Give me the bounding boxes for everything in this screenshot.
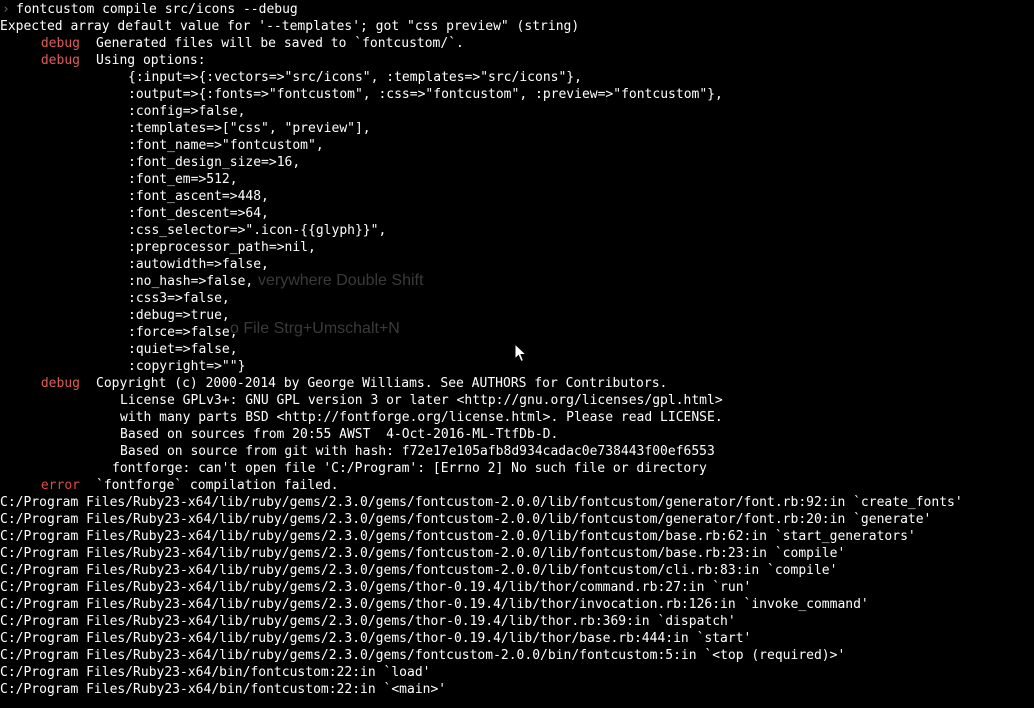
fontforge-error-line: fontforge: can't open file 'C:/Program':…	[0, 460, 1034, 477]
error-line: error `fontforge` compilation failed.	[0, 477, 1034, 494]
option-line: {:input=>{:vectors=>"src/icons", :templa…	[0, 69, 1034, 86]
option-line: :templates=>["css", "preview"],	[0, 120, 1034, 137]
option-text: :templates=>["css", "preview"],	[128, 121, 371, 136]
stack-trace-text: C:/Program Files/Ruby23-x64/lib/ruby/gem…	[0, 580, 752, 595]
license-line: Based on sources from 20:55 AWST 4-Oct-2…	[0, 426, 1034, 443]
option-text: :no_hash=>false,	[128, 274, 254, 289]
warning-line: Expected array default value for '--temp…	[0, 18, 1034, 35]
license-text: Based on sources from 20:55 AWST 4-Oct-2…	[120, 427, 559, 442]
option-line: :autowidth=>false,	[0, 256, 1034, 273]
option-text: :config=>false,	[128, 104, 246, 119]
error-message: `fontforge` compilation failed.	[96, 478, 339, 493]
debug-tag: debug	[40, 53, 80, 68]
error-tag: error	[40, 478, 80, 493]
stack-trace-line: C:/Program Files/Ruby23-x64/lib/ruby/gem…	[0, 562, 1034, 579]
option-text: :css_selector=>".icon-{{glyph}}",	[128, 223, 387, 238]
option-text: :output=>{:fonts=>"fontcustom", :css=>"f…	[128, 87, 723, 102]
stack-trace-text: C:/Program Files/Ruby23-x64/lib/ruby/gem…	[0, 597, 869, 612]
stack-trace-line: C:/Program Files/Ruby23-x64/lib/ruby/gem…	[0, 596, 1034, 613]
option-text: :font_em=>512,	[128, 172, 238, 187]
option-line: :font_design_size=>16,	[0, 154, 1034, 171]
stack-trace-line: C:/Program Files/Ruby23-x64/lib/ruby/gem…	[0, 579, 1034, 596]
stack-trace-line: C:/Program Files/Ruby23-x64/lib/ruby/gem…	[0, 630, 1034, 647]
option-text: :copyright=>""}	[128, 359, 246, 374]
debug-message: Generated files will be saved to `fontcu…	[96, 36, 464, 51]
option-text: :quiet=>false,	[128, 342, 238, 357]
stack-trace-line: C:/Program Files/Ruby23-x64/bin/fontcust…	[0, 681, 1034, 698]
stack-trace-line: C:/Program Files/Ruby23-x64/lib/ruby/gem…	[0, 613, 1034, 630]
command-line: › fontcustom compile src/icons --debug	[0, 1, 1034, 18]
option-text: {:input=>{:vectors=>"src/icons", :templa…	[128, 70, 582, 85]
stack-trace-line: C:/Program Files/Ruby23-x64/lib/ruby/gem…	[0, 647, 1034, 664]
license-text: Based on source from git with hash: f72e…	[120, 444, 715, 459]
option-line: :font_ascent=>448,	[0, 188, 1034, 205]
stack-trace-text: C:/Program Files/Ruby23-x64/lib/ruby/gem…	[0, 614, 736, 629]
option-text: :font_name=>"fontcustom",	[128, 138, 324, 153]
option-text: :debug=>true,	[128, 308, 230, 323]
command-text: fontcustom compile src/icons --debug	[16, 2, 298, 17]
option-text: :autowidth=>false,	[128, 257, 269, 272]
option-text: :font_ascent=>448,	[128, 189, 269, 204]
stack-trace-text: C:/Program Files/Ruby23-x64/lib/ruby/gem…	[0, 631, 752, 646]
license-text: License GPLv3+: GNU GPL version 3 or lat…	[120, 393, 723, 408]
option-line: :debug=>true,	[0, 307, 1034, 324]
option-line: :no_hash=>false,	[0, 273, 1034, 290]
stack-trace-text: C:/Program Files/Ruby23-x64/lib/ruby/gem…	[0, 563, 838, 578]
debug-line: debug Generated files will be saved to `…	[0, 35, 1034, 52]
stack-trace-text: C:/Program Files/Ruby23-x64/bin/fontcust…	[0, 665, 431, 680]
debug-line: debug Using options:	[0, 52, 1034, 69]
fontforge-error-text: fontforge: can't open file 'C:/Program':…	[112, 461, 707, 476]
prompt-icon: ›	[2, 2, 10, 17]
stack-trace-line: C:/Program Files/Ruby23-x64/lib/ruby/gem…	[0, 528, 1034, 545]
stack-trace-text: C:/Program Files/Ruby23-x64/bin/fontcust…	[0, 682, 447, 697]
stack-trace-text: C:/Program Files/Ruby23-x64/lib/ruby/gem…	[0, 546, 846, 561]
stack-trace-text: C:/Program Files/Ruby23-x64/lib/ruby/gem…	[0, 648, 846, 663]
option-text: :force=>false,	[128, 325, 238, 340]
option-line: :css_selector=>".icon-{{glyph}}",	[0, 222, 1034, 239]
warning-text: Expected array default value for '--temp…	[0, 19, 580, 34]
option-line: :font_em=>512,	[0, 171, 1034, 188]
license-line: License GPLv3+: GNU GPL version 3 or lat…	[0, 392, 1034, 409]
debug-line: debug Copyright (c) 2000-2014 by George …	[0, 375, 1034, 392]
option-text: :preprocessor_path=>nil,	[128, 240, 316, 255]
mouse-pointer-icon	[514, 343, 528, 363]
option-line: :font_descent=>64,	[0, 205, 1034, 222]
option-line: :preprocessor_path=>nil,	[0, 239, 1034, 256]
option-line: :css3=>false,	[0, 290, 1034, 307]
stack-trace-line: C:/Program Files/Ruby23-x64/lib/ruby/gem…	[0, 545, 1034, 562]
debug-message: Copyright (c) 2000-2014 by George Willia…	[96, 376, 668, 391]
stack-trace-text: C:/Program Files/Ruby23-x64/lib/ruby/gem…	[0, 529, 916, 544]
debug-tag: debug	[40, 376, 80, 391]
stack-trace-text: C:/Program Files/Ruby23-x64/lib/ruby/gem…	[0, 495, 963, 510]
option-text: :css3=>false,	[128, 291, 230, 306]
license-line: with many parts BSD <http://fontforge.or…	[0, 409, 1034, 426]
debug-tag: debug	[40, 36, 80, 51]
option-text: :font_descent=>64,	[128, 206, 269, 221]
option-text: :font_design_size=>16,	[128, 155, 301, 170]
option-line: :config=>false,	[0, 103, 1034, 120]
option-line: :force=>false,	[0, 324, 1034, 341]
option-line: :font_name=>"fontcustom",	[0, 137, 1034, 154]
debug-message: Using options:	[96, 53, 206, 68]
stack-trace-line: C:/Program Files/Ruby23-x64/bin/fontcust…	[0, 664, 1034, 681]
license-line: Based on source from git with hash: f72e…	[0, 443, 1034, 460]
license-text: with many parts BSD <http://fontforge.or…	[120, 410, 723, 425]
stack-trace-line: C:/Program Files/Ruby23-x64/lib/ruby/gem…	[0, 511, 1034, 528]
option-line: :output=>{:fonts=>"fontcustom", :css=>"f…	[0, 86, 1034, 103]
stack-trace-text: C:/Program Files/Ruby23-x64/lib/ruby/gem…	[0, 512, 932, 527]
stack-trace-line: C:/Program Files/Ruby23-x64/lib/ruby/gem…	[0, 494, 1034, 511]
